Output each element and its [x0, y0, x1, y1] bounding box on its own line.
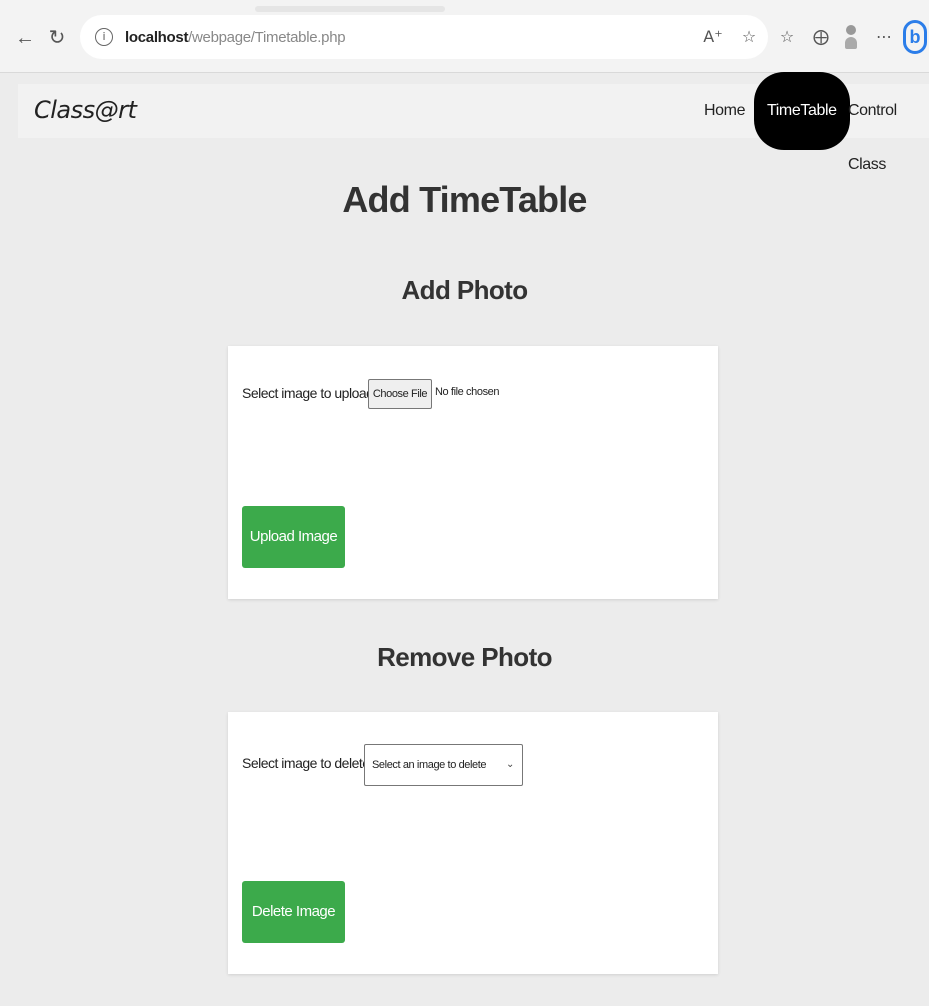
back-arrow-icon[interactable]: ←: [14, 27, 36, 49]
info-icon[interactable]: i: [95, 28, 113, 46]
image-delete-select[interactable]: Select an image to delete ⌄: [364, 744, 523, 786]
delete-label: Select image to delete:: [242, 755, 373, 771]
address-bar[interactable]: i localhost/webpage/Timetable.php: [80, 15, 768, 59]
site-logo[interactable]: Class@rt: [34, 96, 137, 124]
bing-copilot-icon[interactable]: b: [903, 20, 927, 54]
remove-photo-heading: Remove Photo: [377, 642, 552, 672]
nav-link-home[interactable]: Home: [704, 84, 745, 138]
select-value: Select an image to delete: [372, 759, 487, 771]
nav-link-timetable[interactable]: TimeTable: [754, 72, 850, 150]
delete-image-button[interactable]: Delete Image: [242, 881, 345, 943]
remove-photo-card: Select image to delete: Select an image …: [228, 712, 718, 974]
add-photo-heading: Add Photo: [401, 275, 528, 305]
chevron-down-icon: ⌄: [506, 759, 514, 770]
browser-toolbar: ← ↻ i localhost/webpage/Timetable.php A⁺…: [0, 0, 929, 73]
url-text: localhost/webpage/Timetable.php: [125, 28, 346, 46]
file-status-text: No file chosen: [435, 386, 500, 398]
choose-file-button[interactable]: Choose File: [368, 379, 432, 409]
nav-link-control-class[interactable]: Control Class: [848, 84, 929, 173]
favorites-icon[interactable]: ☆: [776, 28, 798, 46]
add-favorite-icon[interactable]: ☆: [738, 28, 760, 46]
tab-strip: [255, 6, 445, 12]
more-menu-icon[interactable]: ⋯: [873, 28, 895, 46]
refresh-icon[interactable]: ↻: [46, 27, 68, 49]
read-aloud-icon[interactable]: A⁺: [702, 28, 724, 46]
upload-label: Select image to upload:: [242, 385, 377, 401]
collections-icon[interactable]: ⨁: [810, 28, 832, 46]
page-title: Add TimeTable: [342, 179, 587, 220]
profile-icon[interactable]: [845, 25, 857, 49]
upload-image-button[interactable]: Upload Image: [242, 506, 345, 568]
add-photo-card: Select image to upload: Choose File No f…: [228, 346, 718, 599]
site-navbar: Class@rt Home TimeTable Control Class: [18, 72, 929, 173]
